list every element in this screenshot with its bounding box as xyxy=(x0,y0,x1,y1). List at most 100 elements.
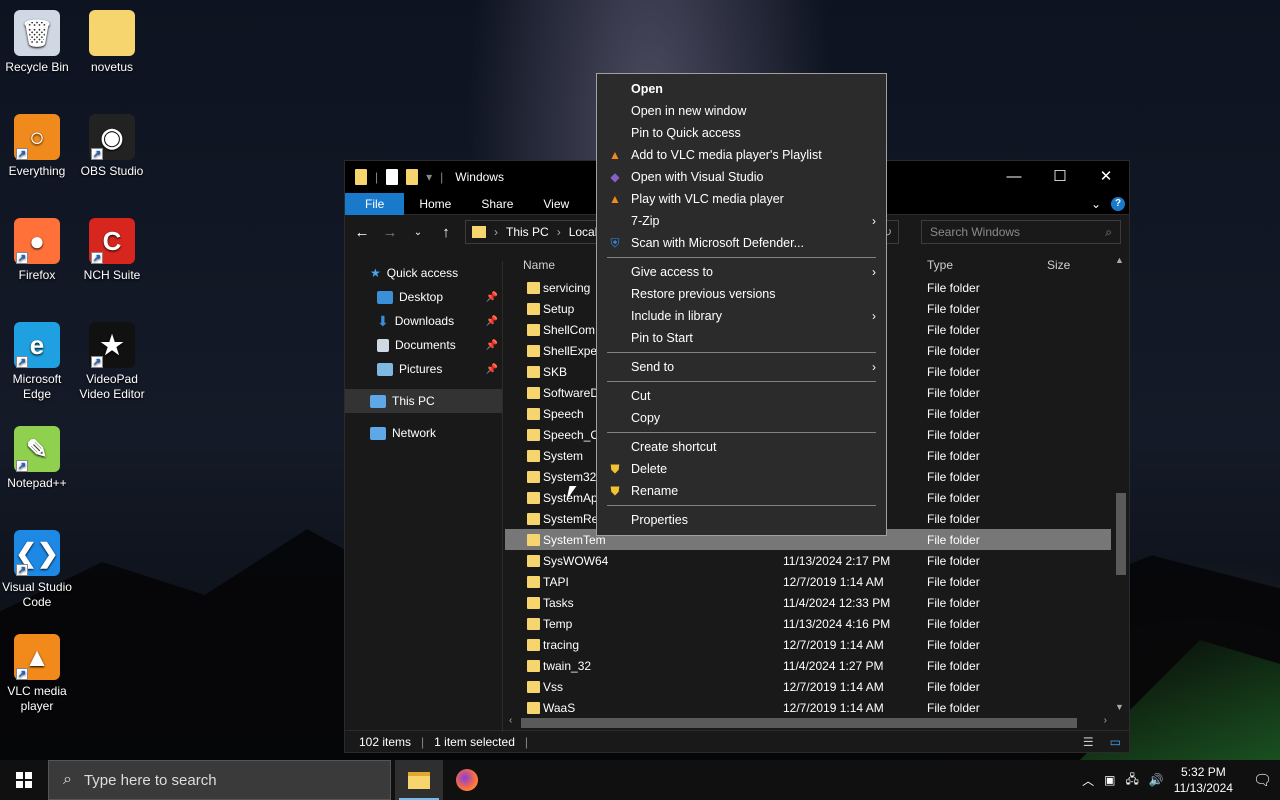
desktop-icon-microsoft-edge[interactable]: e ↗ Microsoft Edge xyxy=(0,316,74,402)
menu-item-properties[interactable]: Properties xyxy=(597,509,886,531)
nav-this-pc[interactable]: This PC xyxy=(345,389,502,413)
folder-icon xyxy=(527,470,540,483)
details-view-icon[interactable]: ☰ xyxy=(1083,735,1094,749)
scroll-up-icon[interactable]: ▲ xyxy=(1115,255,1124,265)
maximize-icon[interactable]: ☐ xyxy=(1037,161,1083,191)
menu-item-play-with-vlc-media-player[interactable]: ▲ Play with VLC media player xyxy=(597,188,886,210)
menu-item-add-to-vlc-media-player-s-playlist[interactable]: ▲ Add to VLC media player's Playlist xyxy=(597,144,886,166)
volume-icon[interactable]: 🔊 xyxy=(1149,773,1164,787)
table-row[interactable]: tracing 12/7/2019 1:14 AM File folder xyxy=(505,634,1111,655)
tab-view[interactable]: View xyxy=(528,193,584,215)
folder-icon xyxy=(527,617,540,630)
file-type: File folder xyxy=(927,448,980,463)
show-hidden-icons-icon[interactable]: ︿ xyxy=(1082,772,1094,789)
table-row[interactable]: Tasks 11/4/2024 12:33 PM File folder xyxy=(505,592,1111,613)
close-icon[interactable]: ✕ xyxy=(1083,161,1129,191)
folder-icon xyxy=(527,638,540,651)
scroll-right-icon[interactable]: › xyxy=(1104,715,1107,726)
menu-item-create-shortcut[interactable]: Create shortcut xyxy=(597,436,886,458)
menu-item-copy[interactable]: Copy xyxy=(597,407,886,429)
network-icon[interactable]: 🖧 xyxy=(1125,770,1138,791)
back-arrow-icon[interactable]: ← xyxy=(353,224,371,241)
desktop-icon-everything[interactable]: ○ ↗ Everything xyxy=(0,108,74,179)
menu-item-open[interactable]: Open xyxy=(597,78,886,100)
minimize-icon[interactable]: — xyxy=(991,161,1037,191)
table-row[interactable]: twain_32 11/4/2024 1:27 PM File folder xyxy=(505,655,1111,676)
menu-item-cut[interactable]: Cut xyxy=(597,385,886,407)
customize-quick-access-icon[interactable]: ▾ xyxy=(426,170,432,184)
table-row[interactable]: Temp 11/13/2024 4:16 PM File folder xyxy=(505,613,1111,634)
file-type: File folder xyxy=(927,532,980,547)
separator: | xyxy=(440,170,444,184)
search-input[interactable]: Search Windows xyxy=(930,225,1020,239)
tab-share[interactable]: Share xyxy=(466,193,528,215)
menu-item-give-access-to[interactable]: Give access to › xyxy=(597,261,886,283)
meet-now-icon[interactable]: ▣ xyxy=(1104,773,1115,787)
vertical-scrollbar[interactable]: ▲ ▼ xyxy=(1112,253,1128,714)
recent-locations-icon[interactable]: ⌄ xyxy=(409,227,427,238)
desktop-icon-visual-studio-code[interactable]: ❮❯ ↗ Visual Studio Code xyxy=(0,524,74,610)
file-type: File folder xyxy=(927,406,980,421)
scroll-thumb[interactable] xyxy=(1116,493,1126,575)
nav-desktop[interactable]: Desktop 📌 xyxy=(345,285,502,309)
menu-item-7-zip[interactable]: 7-Zip › xyxy=(597,210,886,232)
desktop-icon-vlc-media-player[interactable]: ▲ ↗ VLC media player xyxy=(0,628,74,714)
desktop-icon-obs-studio[interactable]: ◉ ↗ OBS Studio xyxy=(75,108,149,179)
forward-arrow-icon[interactable]: → xyxy=(381,224,399,241)
clock[interactable]: 5:32 PM 11/13/2024 xyxy=(1174,764,1233,796)
menu-item-restore-previous-versions[interactable]: Restore previous versions xyxy=(597,283,886,305)
horizontal-scrollbar[interactable]: ‹ › xyxy=(505,714,1111,730)
desktop-icon-novetus[interactable]: novetus xyxy=(75,4,149,75)
menu-item-pin-to-start[interactable]: Pin to Start xyxy=(597,327,886,349)
menu-item-delete[interactable]: ⛊ Delete xyxy=(597,458,886,480)
table-row[interactable]: TAPI 12/7/2019 1:14 AM File folder xyxy=(505,571,1111,592)
nav-quick-access[interactable]: ★ Quick access xyxy=(345,261,502,285)
taskbar-search-input[interactable]: Type here to search xyxy=(84,772,217,789)
search-box[interactable]: Search Windows ⌕ xyxy=(921,220,1121,244)
nav-pictures[interactable]: Pictures 📌 xyxy=(345,357,502,381)
up-arrow-icon[interactable]: ↑ xyxy=(437,224,455,241)
taskbar-file-explorer[interactable] xyxy=(395,760,443,800)
scroll-down-icon[interactable]: ▼ xyxy=(1115,702,1124,712)
window-title: Windows xyxy=(455,170,504,184)
desktop-icon-firefox[interactable]: ● ↗ Firefox xyxy=(0,212,74,283)
desktop-icon-recycle-bin[interactable]: 🗑 Recycle Bin xyxy=(0,4,74,75)
nav-documents[interactable]: Documents 📌 xyxy=(345,333,502,357)
new-folder-icon[interactable] xyxy=(406,169,419,185)
table-row[interactable]: SysWOW64 11/13/2024 2:17 PM File folder xyxy=(505,550,1111,571)
menu-item-open-in-new-window[interactable]: Open in new window xyxy=(597,100,886,122)
scroll-thumb[interactable] xyxy=(521,718,1077,728)
tab-home[interactable]: Home xyxy=(404,193,466,215)
file-type: File folder xyxy=(927,658,980,673)
expand-ribbon-icon[interactable]: ⌄ xyxy=(1091,197,1101,211)
column-size[interactable]: Size xyxy=(1047,258,1070,272)
column-name[interactable]: Name xyxy=(523,258,555,272)
menu-item-rename[interactable]: ⛊ Rename xyxy=(597,480,886,502)
tab-file[interactable]: File xyxy=(345,192,405,215)
breadcrumb-this-pc[interactable]: This PC xyxy=(506,225,549,239)
desktop-icon-notepad-[interactable]: ✎ ↗ Notepad++ xyxy=(0,420,74,491)
taskbar-firefox[interactable] xyxy=(443,760,491,800)
nav-downloads[interactable]: ⬇ Downloads 📌 xyxy=(345,309,502,333)
column-type[interactable]: Type xyxy=(927,258,953,272)
menu-item-open-with-visual-studio[interactable]: ◆ Open with Visual Studio xyxy=(597,166,886,188)
notifications-icon[interactable]: 🗨 xyxy=(1253,771,1272,789)
menu-item-send-to[interactable]: Send to › xyxy=(597,356,886,378)
scroll-left-icon[interactable]: ‹ xyxy=(509,715,512,726)
submenu-chevron-icon: › xyxy=(872,360,876,374)
file-name: SKB xyxy=(543,364,568,379)
menu-item-pin-to-quick-access[interactable]: Pin to Quick access xyxy=(597,122,886,144)
properties-icon[interactable] xyxy=(386,169,399,185)
desktop-icon-nch-suite[interactable]: C ↗ NCH Suite xyxy=(75,212,149,283)
desktop-icon-videopad-video-editor[interactable]: ★ ↗ VideoPad Video Editor xyxy=(75,316,149,402)
menu-item-scan-with-microsoft-defender[interactable]: ⛨ Scan with Microsoft Defender... xyxy=(597,232,886,254)
large-icons-view-icon[interactable]: ▭ xyxy=(1110,735,1121,749)
visual-studio-code-icon: ❮❯ ↗ xyxy=(14,530,60,576)
menu-item-include-in-library[interactable]: Include in library › xyxy=(597,305,886,327)
help-icon[interactable]: ? xyxy=(1111,196,1125,211)
table-row[interactable]: Vss 12/7/2019 1:14 AM File folder xyxy=(505,676,1111,697)
start-button[interactable] xyxy=(0,760,48,800)
pin-icon: 📌 xyxy=(485,315,498,327)
nav-network[interactable]: Network xyxy=(345,421,502,445)
taskbar-search[interactable]: ⌕ Type here to search xyxy=(48,760,391,800)
